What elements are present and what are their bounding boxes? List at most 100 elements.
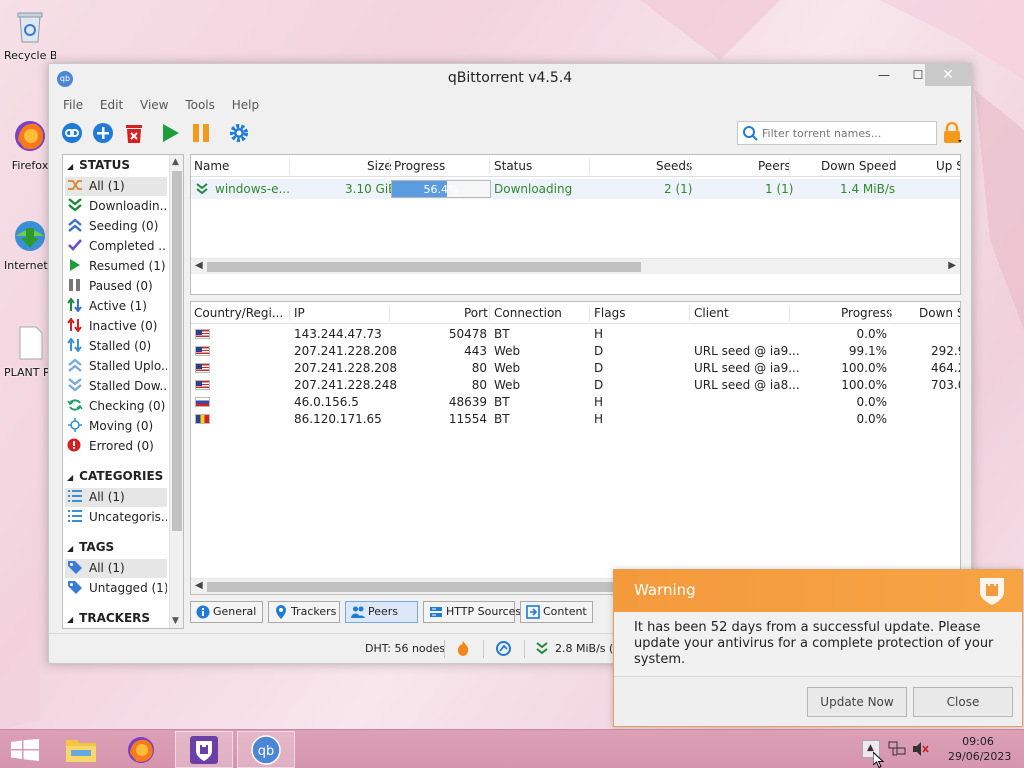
info-icon — [196, 605, 210, 619]
taskbar-file-explorer[interactable] — [52, 731, 110, 768]
torrent-down-speed: 1.4 MiB/s — [840, 182, 896, 196]
add-link-icon[interactable] — [61, 122, 83, 144]
filter-category-uncategorised[interactable]: Uncategoris... — [65, 508, 167, 527]
title-bar[interactable]: qb qBittorrent v4.5.4 — ☐ ✕ — [49, 64, 971, 94]
network-icon[interactable] — [888, 741, 906, 757]
col-up-speed[interactable]: Up S — [936, 159, 960, 173]
torrent-list-scroll-thumb[interactable] — [207, 262, 641, 272]
col-down-speed[interactable]: Down Speed — [821, 159, 896, 173]
flame-icon[interactable] — [457, 641, 469, 656]
filter-status-active[interactable]: Active (1) — [65, 297, 167, 316]
filter-sidebar: ◢ STATUS All (1) Downloadin... Seeding (0… — [62, 154, 184, 629]
col-peer-progress[interactable]: Progress — [841, 306, 892, 320]
col-port[interactable]: Port — [464, 306, 488, 320]
menu-help[interactable]: Help — [232, 94, 259, 116]
pause-icon[interactable] — [190, 122, 212, 144]
filter-category-all[interactable]: All (1) — [65, 488, 167, 507]
menu-tools[interactable]: Tools — [185, 94, 215, 116]
add-torrent-icon[interactable] — [92, 122, 114, 144]
update-now-button[interactable]: Update Now — [807, 687, 907, 717]
active-icon — [67, 298, 82, 312]
delete-icon[interactable] — [123, 122, 145, 144]
firefox-icon — [128, 737, 154, 763]
tab-content[interactable]: Content — [520, 601, 593, 623]
lock-icon[interactable] — [942, 122, 962, 144]
volume-muted-icon[interactable] — [912, 741, 930, 757]
filter-status-stalled[interactable]: Stalled (0) — [65, 337, 167, 356]
scroll-up-arrow[interactable]: ▲ — [172, 157, 179, 167]
filter-status-paused[interactable]: Paused (0) — [65, 277, 167, 296]
col-ip[interactable]: IP — [294, 306, 305, 320]
col-country[interactable]: Country/Regi... — [194, 306, 283, 320]
filter-tag-all[interactable]: All (1) — [65, 559, 167, 578]
menu-file[interactable]: File — [63, 94, 83, 116]
torrent-list-scrollbar[interactable]: ◀ ▶ — [191, 258, 960, 274]
filter-status-moving[interactable]: Moving (0) — [65, 417, 167, 436]
flag-us-icon — [195, 380, 210, 390]
download-icon — [68, 198, 82, 212]
popup-close-button[interactable]: Close — [913, 687, 1013, 717]
search-input[interactable] — [760, 124, 930, 142]
castle-shield-icon — [980, 578, 1004, 605]
filter-status-stalled-upload[interactable]: Stalled Uplo... — [65, 357, 167, 376]
filter-status-completed[interactable]: Completed ... — [65, 237, 167, 256]
menu-edit[interactable]: Edit — [100, 94, 123, 116]
filter-status-downloading[interactable]: Downloadin... — [65, 197, 167, 216]
col-seeds[interactable]: Seeds — [656, 159, 692, 173]
popup-title: Warning — [634, 581, 696, 599]
tab-http-sources[interactable]: HTTP Sources — [423, 601, 521, 623]
tab-trackers[interactable]: Trackers — [268, 601, 340, 623]
status-section-header[interactable]: ◢ STATUS — [67, 158, 130, 172]
peer-row[interactable]: 207.241.228.208 80 Web D URL seed @ ia9.… — [191, 360, 960, 377]
taskbar-qbittorrent[interactable]: qb — [237, 731, 295, 768]
windows-start-icon[interactable] — [11, 739, 39, 761]
svg-text:qb: qb — [258, 744, 275, 759]
trackers-section-header[interactable]: ◢ TRACKERS — [67, 611, 150, 625]
filter-status-errored[interactable]: Errored (0) — [65, 437, 167, 456]
col-status[interactable]: Status — [494, 159, 532, 173]
download-status-icon — [196, 183, 208, 195]
resume-icon[interactable] — [159, 122, 181, 144]
popup-header: Warning — [614, 570, 1022, 612]
inactive-icon — [67, 318, 82, 332]
taskbar-antivirus[interactable] — [175, 731, 233, 768]
col-peer-down-speed[interactable]: Down S — [919, 306, 960, 320]
file-icon — [19, 326, 43, 360]
peer-row[interactable]: 207.241.228.208 443 Web D URL seed @ ia9… — [191, 343, 960, 360]
col-peers[interactable]: Peers — [758, 159, 791, 173]
tab-peers[interactable]: Peers — [345, 601, 418, 623]
peer-row[interactable]: 46.0.156.5 48639 BT H 0.0% — [191, 394, 960, 411]
minimize-button[interactable]: — — [867, 64, 901, 86]
sidebar-scroll-thumb[interactable] — [172, 171, 182, 531]
col-progress[interactable]: Progress — [394, 159, 445, 173]
col-name[interactable]: Name — [194, 159, 229, 173]
filter-tag-untagged[interactable]: Untagged (1) — [65, 579, 167, 598]
filter-status-resumed[interactable]: Resumed (1) — [65, 257, 167, 276]
filter-status-all[interactable]: All (1) — [65, 177, 167, 196]
sidebar-scrollbar[interactable]: ▲ ▼ — [169, 155, 183, 628]
close-window-button[interactable]: ✕ — [925, 64, 971, 86]
tag-icon — [68, 581, 82, 594]
menu-view[interactable]: View — [140, 94, 168, 116]
torrent-row[interactable]: windows-e... 3.10 GiB 56.4% Downloading … — [191, 179, 960, 199]
col-size[interactable]: Size — [367, 159, 392, 173]
tab-general[interactable]: General — [190, 601, 263, 623]
filter-status-seeding[interactable]: Seeding (0) — [65, 217, 167, 236]
taskbar-firefox[interactable] — [113, 731, 171, 768]
col-client[interactable]: Client — [694, 306, 729, 320]
peer-row[interactable]: 207.241.228.248 80 Web D URL seed @ ia8.… — [191, 377, 960, 394]
col-flags[interactable]: Flags — [594, 306, 625, 320]
scroll-down-arrow[interactable]: ▼ — [172, 616, 179, 626]
tags-section-header[interactable]: ◢ TAGS — [67, 540, 114, 554]
peer-row[interactable]: 86.120.171.65 11554 BT H 0.0% — [191, 411, 960, 428]
desktop-icon-recycle-bin[interactable]: Recycle Bin — [4, 8, 56, 62]
gear-icon[interactable] — [228, 122, 250, 144]
connection-status-icon[interactable] — [496, 641, 511, 656]
categories-section-header[interactable]: ◢ CATEGORIES — [67, 469, 163, 483]
col-connection[interactable]: Connection — [494, 306, 562, 320]
filter-status-inactive[interactable]: Inactive (0) — [65, 317, 167, 336]
peer-row[interactable]: 143.244.47.73 50478 BT H 0.0% — [191, 326, 960, 343]
filter-status-checking[interactable]: Checking (0) — [65, 397, 167, 416]
filter-status-stalled-download[interactable]: Stalled Dow... — [65, 377, 167, 396]
system-clock[interactable]: 09:06 29/06/2023 — [948, 734, 1011, 764]
